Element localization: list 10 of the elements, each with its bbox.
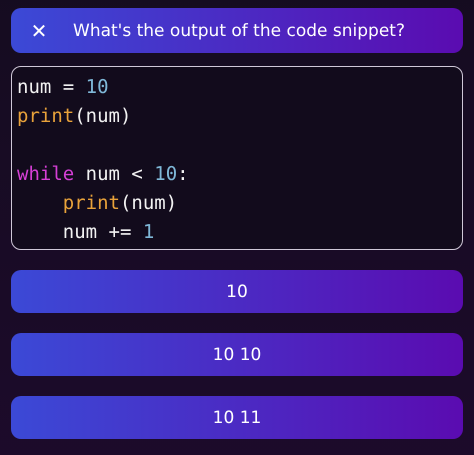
close-icon[interactable]: ✕: [27, 18, 51, 42]
code-line: print(num): [17, 104, 132, 129]
question-text: What's the output of the code snippet?: [72, 20, 406, 40]
code-line: num += 1: [62, 220, 154, 245]
code-line: print(num): [62, 191, 178, 216]
code-line: num = 10: [17, 75, 109, 100]
answer-button[interactable]: 10 10: [11, 333, 463, 376]
answer-button[interactable]: 10 11: [11, 396, 463, 439]
answer-button[interactable]: 10: [11, 270, 463, 313]
code-line: while num < 10:: [17, 162, 189, 187]
